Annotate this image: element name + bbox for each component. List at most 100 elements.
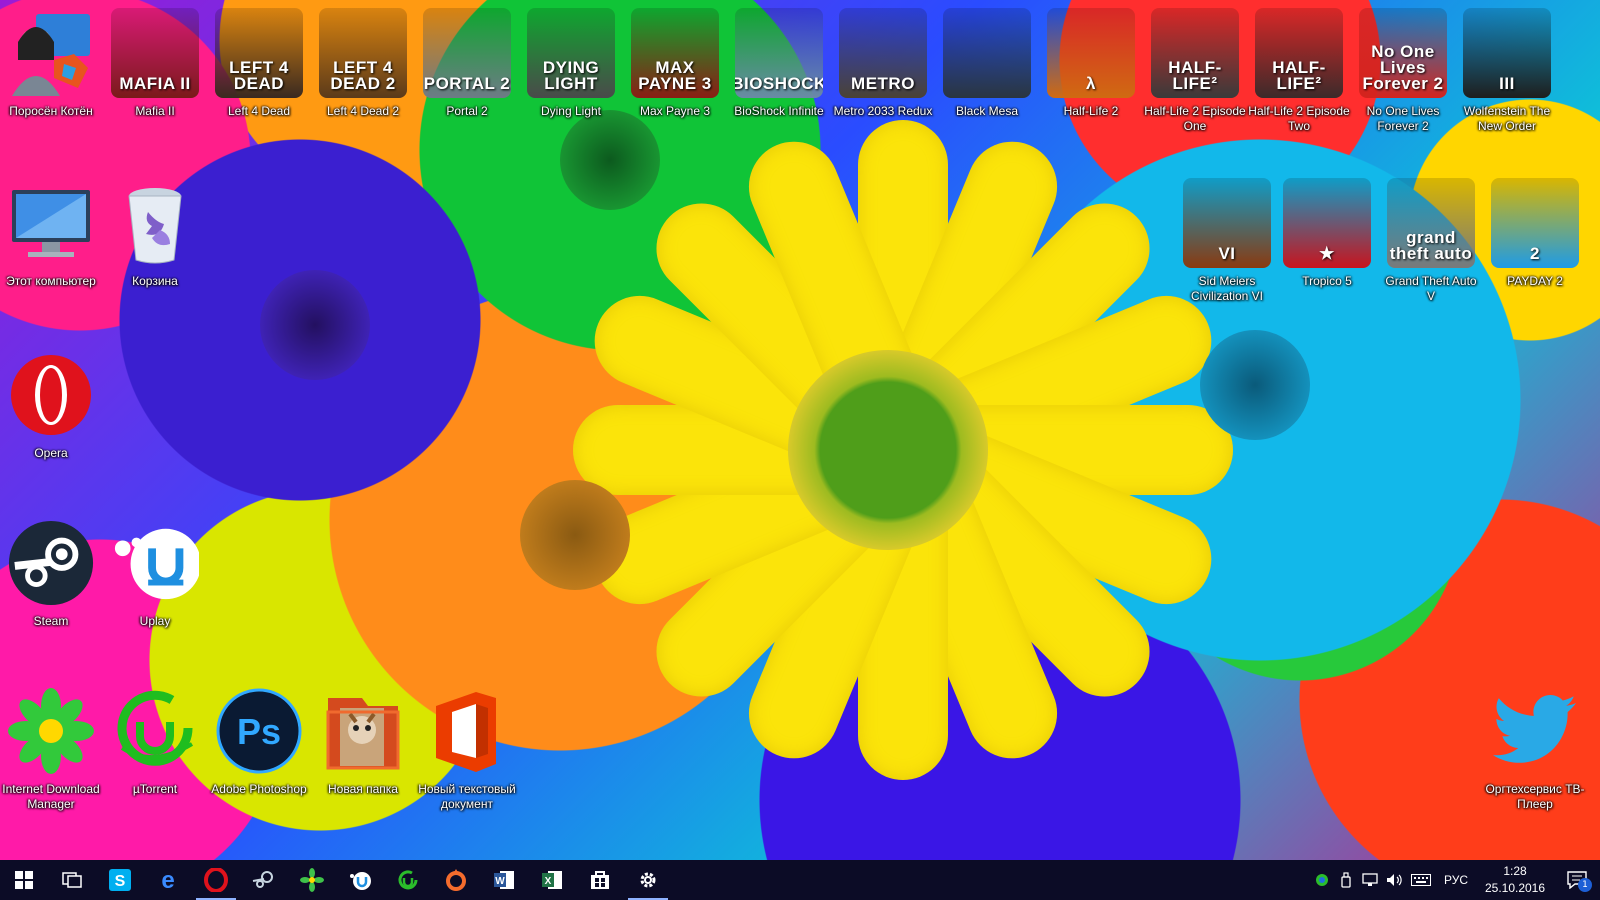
- desktop-icon-half-life-2-ep1[interactable]: HALF-LIFE² Half-Life 2 Episode One: [1144, 2, 1246, 152]
- desktop-icon-label: Uplay: [139, 614, 171, 628]
- desktop-icon-bioshock-infinite[interactable]: BIOSHOCK BioShock Infinite: [728, 2, 830, 152]
- cover-title: DYING LIGHT: [542, 58, 600, 93]
- desktop-icon-idm[interactable]: Internet Download Manager: [0, 680, 102, 830]
- taskbar-app-opera[interactable]: [192, 860, 240, 900]
- desktop-icon-max-payne-3[interactable]: MAX PAYNE 3 Max Payne 3: [624, 2, 726, 152]
- photoshop-icon: Ps: [215, 686, 303, 776]
- action-center-button[interactable]: 1: [1554, 860, 1600, 900]
- desktop-icon-civilization-6[interactable]: VI Sid Meiers Civilization VI: [1176, 172, 1278, 322]
- clock[interactable]: 1:28 25.10.2016: [1476, 863, 1554, 897]
- taskbar-app-utorrent[interactable]: [384, 860, 432, 900]
- svg-text:X: X: [545, 876, 552, 887]
- cover-title: No One Lives Forever 2: [1362, 42, 1444, 93]
- desktop-icon-wolfenstein[interactable]: III Wolfenstein The New Order: [1456, 2, 1558, 152]
- dying-light-icon: DYING LIGHT: [527, 8, 615, 98]
- civilization-6-icon: VI: [1183, 178, 1271, 268]
- start-button[interactable]: [0, 860, 48, 900]
- utorrent-taskbar-icon: [398, 870, 418, 890]
- desktop-icon-tv-player[interactable]: Оргтехсервис ТВ-Плеер: [1484, 680, 1586, 830]
- svg-text:Ps: Ps: [237, 711, 281, 752]
- desktop-icon-uplay[interactable]: Uplay: [104, 512, 206, 662]
- office-document-icon: [423, 686, 511, 776]
- portal-2-icon: PORTAL 2: [423, 8, 511, 98]
- store-icon: [591, 871, 609, 889]
- left-4-dead-icon: LEFT 4 DEAD: [215, 8, 303, 98]
- desktop-icon-user-accounts[interactable]: Поросён Котён: [0, 2, 102, 152]
- taskbar-app-settings[interactable]: [624, 860, 672, 900]
- taskbar-app-uplay[interactable]: [336, 860, 384, 900]
- cover-title: HALF-LIFE²: [1168, 58, 1222, 93]
- desktop-icon-label: Mafia II: [135, 104, 175, 118]
- windows-logo-icon: [15, 871, 33, 889]
- desktop-icon-label: Wolfenstein The New Order: [1463, 104, 1551, 133]
- input-language-indicator[interactable]: РУС: [1436, 873, 1476, 887]
- desktop-icon-left-4-dead-2[interactable]: LEFT 4 DEAD 2 Left 4 Dead 2: [312, 2, 414, 152]
- taskbar-app-word[interactable]: W: [480, 860, 528, 900]
- uplay-taskbar-icon: [350, 872, 371, 890]
- desktop-icon-steam[interactable]: Steam: [0, 512, 102, 662]
- keyboard-icon[interactable]: [1406, 860, 1436, 900]
- desktop-icon-label: Half-Life 2 Episode One: [1144, 104, 1246, 133]
- desktop-icon-label: Sid Meiers Civilization VI: [1190, 274, 1264, 303]
- taskbar-app-idm[interactable]: [288, 860, 336, 900]
- desktop-icon-half-life-2-ep2[interactable]: HALF-LIFE² Half-Life 2 Episode Two: [1248, 2, 1350, 152]
- cover-title: MAFIA II: [119, 74, 191, 93]
- desktop-icon-label: Half-Life 2: [1063, 104, 1119, 118]
- taskbar-app-steam[interactable]: [240, 860, 288, 900]
- desktop-icon-label: Opera: [34, 446, 68, 460]
- tray-skype-status-icon[interactable]: [1310, 860, 1334, 900]
- tropico-5-icon: ★: [1283, 178, 1371, 268]
- system-tray: РУС 1:28 25.10.2016 1: [1310, 860, 1600, 900]
- desktop-icon-utorrent[interactable]: µTorrent: [104, 680, 206, 830]
- skype-icon: S: [109, 869, 131, 891]
- taskbar-app-excel[interactable]: X: [528, 860, 576, 900]
- cover-title: METRO: [851, 74, 915, 93]
- cover-title: HALF-LIFE²: [1272, 58, 1326, 93]
- desktop-icon-label: Поросён Котён: [9, 104, 93, 118]
- cover-title: LEFT 4 DEAD: [229, 58, 289, 93]
- desktop-icon-payday-2[interactable]: 2 PAYDAY 2: [1484, 172, 1586, 322]
- taskbar-app-skype[interactable]: S: [96, 860, 144, 900]
- desktop-icon-label: Новая папка: [328, 782, 398, 796]
- desktop-icon-mafia-2[interactable]: MAFIA II Mafia II: [104, 2, 206, 152]
- usb-device-icon[interactable]: [1334, 860, 1358, 900]
- user-accounts-icon: [7, 8, 95, 98]
- desktop-icon-gta-5[interactable]: grand theft auto Grand Theft Auto V: [1380, 172, 1482, 322]
- desktop-icon-nolf2[interactable]: No One Lives Forever 2 No One Lives Forev…: [1352, 2, 1454, 152]
- notification-count-badge: 1: [1578, 878, 1592, 892]
- desktop-icon-metro-2033-redux[interactable]: METRO Metro 2033 Redux: [832, 2, 934, 152]
- excel-icon: X: [542, 871, 562, 889]
- desktop-icon-label: Grand Theft Auto V: [1385, 274, 1477, 303]
- steam-taskbar-icon: [252, 871, 273, 888]
- utorrent-icon: [111, 686, 199, 776]
- network-icon[interactable]: [1358, 860, 1382, 900]
- taskbar-app-edge[interactable]: e: [144, 860, 192, 900]
- taskbar-app-origin[interactable]: [432, 860, 480, 900]
- desktop-icon-left-4-dead[interactable]: LEFT 4 DEAD Left 4 Dead: [208, 2, 310, 152]
- desktop-icon-opera[interactable]: Opera: [0, 344, 102, 494]
- desktop-icon-folder[interactable]: Новая папка: [312, 680, 414, 830]
- desktop-icon-tropico-5[interactable]: ★ Tropico 5: [1276, 172, 1378, 322]
- this-pc-icon: [7, 178, 95, 268]
- desktop-icon-photoshop[interactable]: Ps Adobe Photoshop: [208, 680, 310, 830]
- desktop-icon-half-life-2[interactable]: λ Half-Life 2: [1040, 2, 1142, 152]
- desktop-icon-label: µTorrent: [132, 782, 178, 796]
- desktop-icon-office-document[interactable]: Новый текстовый документ: [416, 680, 518, 830]
- desktop-icon-dying-light[interactable]: DYING LIGHT Dying Light: [520, 2, 622, 152]
- desktop-icon-portal-2[interactable]: PORTAL 2 Portal 2: [416, 2, 518, 152]
- desktop-icon-label: PAYDAY 2: [1507, 274, 1563, 288]
- desktop-icon-label: Этот компьютер: [6, 274, 96, 288]
- steam-icon: [7, 518, 95, 608]
- desktop-icon-label: Steam: [33, 614, 69, 628]
- svg-text:W: W: [495, 876, 505, 887]
- taskbar-app-store[interactable]: [576, 860, 624, 900]
- desktop-icon-this-pc[interactable]: Этот компьютер: [0, 172, 102, 322]
- volume-icon[interactable]: [1382, 860, 1406, 900]
- task-view-button[interactable]: [48, 860, 96, 900]
- desktop-icon-label: Left 4 Dead 2: [326, 104, 400, 118]
- cover-title: λ: [1086, 74, 1096, 93]
- idm-taskbar-icon: [300, 868, 324, 892]
- desktop-icon-black-mesa[interactable]: Black Mesa: [936, 2, 1038, 152]
- desktop-icon-label: Tropico 5: [1302, 274, 1352, 288]
- desktop-icon-recycle-bin[interactable]: Корзина: [104, 172, 206, 322]
